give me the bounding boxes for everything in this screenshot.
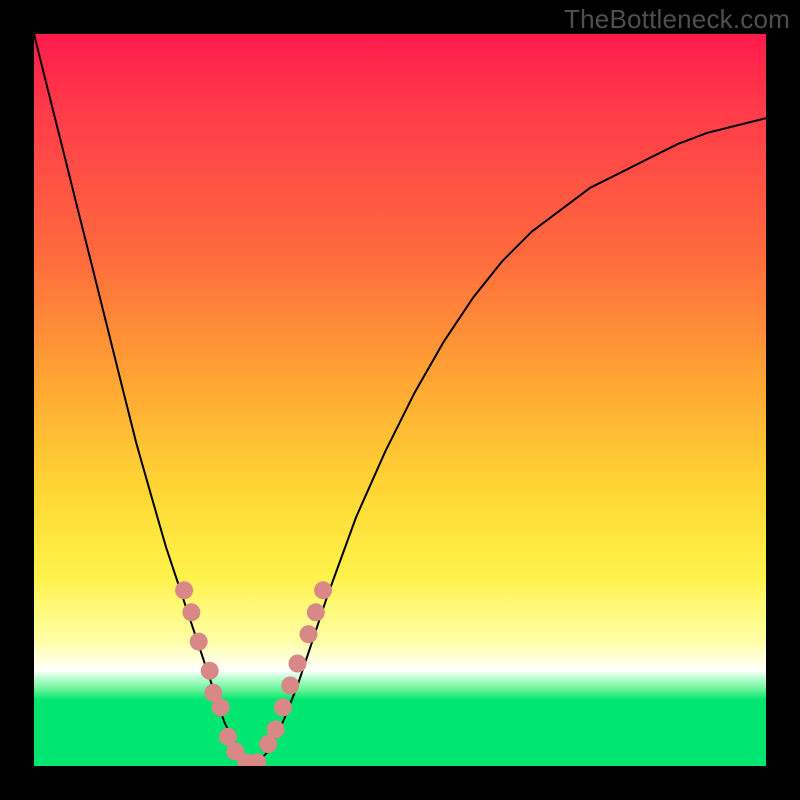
watermark-text: TheBottleneck.com bbox=[564, 4, 790, 35]
marker-dot bbox=[281, 677, 299, 695]
marker-dot bbox=[201, 662, 219, 680]
marker-dot bbox=[182, 603, 200, 621]
marker-dot bbox=[289, 655, 307, 673]
marker-dot bbox=[274, 698, 292, 716]
marker-dot bbox=[212, 698, 230, 716]
marker-dot bbox=[307, 603, 325, 621]
plot-area bbox=[34, 34, 766, 766]
marker-dot bbox=[190, 633, 208, 651]
chart-svg bbox=[34, 34, 766, 766]
marker-dot bbox=[314, 581, 332, 599]
bottleneck-curve bbox=[34, 34, 766, 766]
marker-dot bbox=[175, 581, 193, 599]
chart-frame: TheBottleneck.com bbox=[0, 0, 800, 800]
highlight-dots bbox=[175, 581, 332, 766]
marker-dot bbox=[300, 625, 318, 643]
marker-dot bbox=[267, 720, 285, 738]
